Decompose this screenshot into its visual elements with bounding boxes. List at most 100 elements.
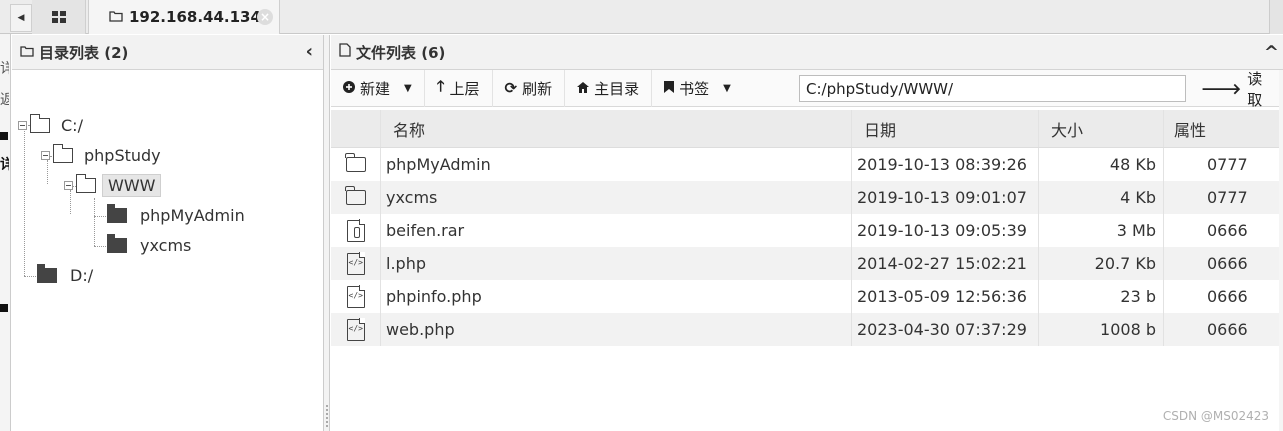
grid-icon [51, 11, 66, 23]
code-file-icon [346, 252, 365, 275]
table-row[interactable]: l.php 2014-02-27 15:02:21 20.7 Kb 0666 [331, 247, 1283, 280]
watermark: CSDN @MS02423 [1162, 409, 1269, 423]
table-header: 名称 日期 大小 属性 [331, 110, 1283, 148]
read-button[interactable]: 🡒 读取 [1191, 69, 1283, 109]
file-size: 4 Kb [1039, 181, 1164, 214]
tree-node-label: D:/ [70, 265, 94, 285]
tree-line [94, 198, 95, 246]
folder-icon [107, 233, 127, 253]
tree-node-label-selected: WWW [102, 173, 162, 197]
collapse-toggle-icon[interactable] [41, 150, 50, 160]
clipped-block [0, 132, 8, 140]
home-icon [577, 79, 590, 97]
tree-node-phpstudy[interactable]: phpStudy [41, 143, 166, 166]
scrollbar[interactable] [1279, 70, 1283, 431]
tree-line [24, 276, 36, 277]
file-date: 2013-05-09 12:56:36 [852, 280, 1039, 313]
caret-down-icon: ▼ [723, 82, 731, 94]
file-size: 20.7 Kb [1039, 247, 1164, 280]
tab-bar: ◀ 192.168.44.134 × [0, 0, 1283, 34]
table-row[interactable]: yxcms 2019-10-13 09:01:07 4 Kb 0777 [331, 181, 1283, 214]
folder-icon [345, 153, 366, 172]
bookmark-icon [664, 79, 675, 97]
folder-icon [37, 263, 57, 283]
file-date: 2019-10-13 08:39:26 [852, 148, 1039, 181]
collapse-toggle-icon[interactable] [64, 180, 73, 190]
file-attr: 0666 [1207, 320, 1248, 339]
read-button-label: 读取 [1247, 69, 1263, 109]
code-file-icon [346, 285, 365, 308]
collapse-toggle-icon[interactable] [18, 120, 27, 130]
new-button[interactable]: 新建 ▼ [331, 69, 425, 107]
file-panel-title: 文件列表 (6) [356, 43, 446, 62]
refresh-icon: ⟳ [504, 79, 518, 97]
clipped-text: 返 [0, 89, 9, 109]
table-row[interactable]: web.php 2023-04-30 07:37:29 1008 b 0666 [331, 313, 1283, 346]
tab-scroll-right-button[interactable] [1269, 0, 1283, 34]
tree-line [24, 122, 25, 276]
home-dir-button[interactable]: 主目录 [565, 69, 653, 107]
directory-panel: 目录列表 (2) ‹ C:/ phpStudy WWW phpMyAdmin y… [12, 35, 324, 431]
tree-node-phpmyadmin[interactable]: phpMyAdmin [107, 203, 250, 226]
file-attr: 0666 [1207, 221, 1248, 240]
file-size: 1008 b [1039, 313, 1164, 346]
home-tab[interactable] [32, 0, 86, 34]
file-table: 名称 日期 大小 属性 phpMyAdmin 2019-10-13 08:39:… [331, 110, 1283, 346]
folder-icon [107, 203, 127, 223]
clipped-text: 详 [0, 154, 9, 174]
directory-panel-title: 目录列表 (2) [39, 43, 129, 62]
caret-down-icon: ▼ [404, 82, 412, 94]
tree-node-www[interactable]: WWW [64, 173, 162, 197]
table-row[interactable]: phpMyAdmin 2019-10-13 08:39:26 48 Kb 077… [331, 148, 1283, 181]
file-icon [339, 43, 351, 61]
file-name: beifen.rar [381, 214, 852, 247]
tree-node-c-drive[interactable]: C:/ [18, 113, 88, 136]
tab-scroll-left-button[interactable]: ◀ [10, 4, 32, 32]
tree-node-d-drive[interactable]: D:/ [37, 263, 98, 286]
home-dir-button-label: 主目录 [594, 79, 640, 98]
archive-file-icon [346, 219, 365, 242]
file-size: 48 Kb [1039, 148, 1164, 181]
file-attr: 0777 [1207, 188, 1248, 207]
path-input[interactable] [799, 75, 1186, 102]
refresh-button[interactable]: ⟳ 刷新 [493, 69, 566, 107]
column-header-name[interactable]: 名称 [381, 110, 852, 147]
clipped-block [0, 304, 8, 312]
bookmark-button[interactable]: 书签 ▼ [652, 70, 743, 107]
file-date: 2019-10-13 09:01:07 [852, 181, 1039, 214]
column-header-size[interactable]: 大小 [1039, 110, 1164, 147]
folder-icon [345, 186, 366, 205]
up-button[interactable]: 🡑 上层 [425, 69, 493, 107]
collapse-icon[interactable]: ‹ [306, 43, 313, 61]
tree-node-label: phpStudy [84, 145, 161, 165]
tree-node-yxcms[interactable]: yxcms [107, 233, 196, 256]
refresh-button-label: 刷新 [522, 79, 553, 98]
chevron-up-icon[interactable]: ^ [1264, 44, 1279, 62]
table-row[interactable]: phpinfo.php 2013-05-09 12:56:36 23 b 066… [331, 280, 1283, 313]
plus-circle-icon [343, 79, 355, 97]
folder-icon [20, 43, 34, 61]
up-button-label: 上层 [449, 79, 480, 98]
directory-tree: C:/ phpStudy WWW phpMyAdmin yxcms D:/ [12, 70, 323, 430]
file-name: web.php [381, 313, 852, 346]
file-toolbar: 新建 ▼ 🡑 上层 ⟳ 刷新 主目录 书签 ▼ 🡒 读取 [331, 69, 1283, 109]
tree-line [94, 216, 106, 217]
file-attr: 0777 [1207, 155, 1248, 174]
file-name: l.php [381, 247, 852, 280]
file-size: 3 Mb [1039, 214, 1164, 247]
table-row[interactable]: beifen.rar 2019-10-13 09:05:39 3 Mb 0666 [331, 214, 1283, 247]
file-name: phpMyAdmin [381, 148, 852, 181]
bookmark-button-label: 书签 [679, 79, 710, 98]
close-icon[interactable]: × [257, 9, 273, 25]
file-date: 2014-02-27 15:02:21 [852, 247, 1039, 280]
file-name: yxcms [381, 181, 852, 214]
tree-node-label: yxcms [140, 235, 192, 255]
column-header-date[interactable]: 日期 [852, 110, 1039, 147]
column-header-attr[interactable]: 属性 [1164, 110, 1283, 147]
tab-connection[interactable]: 192.168.44.134 × [88, 0, 280, 34]
code-file-icon [346, 318, 365, 341]
tab-label: 192.168.44.134 [129, 8, 261, 26]
panel-splitter[interactable] [324, 35, 330, 431]
file-attr: 0666 [1207, 254, 1248, 273]
background-window-edge: 详 返 详 [0, 34, 11, 431]
